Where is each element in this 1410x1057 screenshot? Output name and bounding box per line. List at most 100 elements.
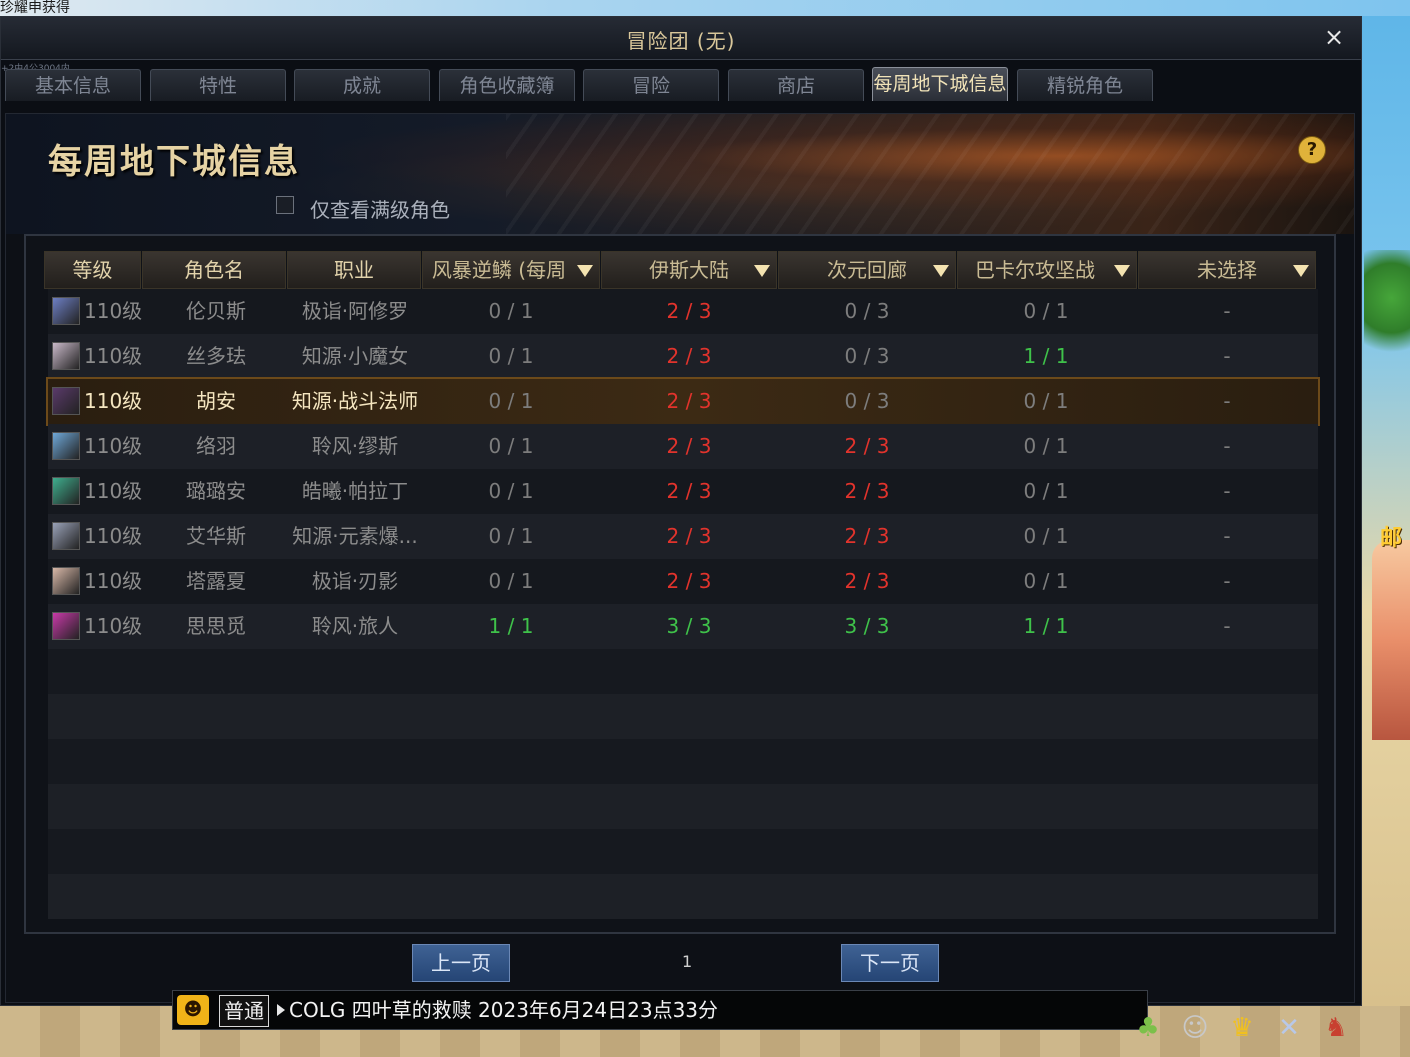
close-button[interactable]: × [1321,23,1347,51]
prev-page-button[interactable]: 上一页 [412,944,510,982]
cell-d5: - [1223,614,1231,638]
character-avatar [52,567,80,595]
cell-d3: 3 / 3 [844,614,890,638]
character-portrait-icon[interactable]: ☺ [1177,1010,1213,1046]
cell-d5: - [1223,479,1231,503]
table-row[interactable]: 110级 伦贝斯 极诣·阿修罗 0 / 1 2 / 3 0 / 3 0 / 1 - [48,289,1318,334]
dropdown-arrow-icon [933,265,949,277]
cell-level: 110级 [84,479,143,503]
header-dungeon-dimension-corridor[interactable]: 次元回廊 [778,251,956,289]
header-dungeon-isis-continent-label: 伊斯大陆 [649,258,729,282]
header-dungeon-dimension-corridor-label: 次元回廊 [827,258,907,282]
cell-job: 极诣·刃影 [311,569,399,593]
cell-d4: 0 / 1 [1023,299,1069,323]
cell-d4: 1 / 1 [1023,344,1069,368]
cell-d3: 0 / 3 [844,389,890,413]
panel-banner: 每周地下城信息 ? 仅查看满级角色 [6,114,1354,234]
header-name[interactable]: 角色名 [142,251,286,289]
cell-level: 110级 [84,434,143,458]
character-avatar [52,342,80,370]
header-dungeon-unselected[interactable]: 未选择 [1138,251,1316,289]
header-job[interactable]: 职业 [287,251,421,289]
cell-name: 胡安 [196,389,236,413]
bow-icon[interactable]: ✕ [1271,1010,1307,1046]
cell-d5: - [1223,299,1231,323]
cell-d1: 0 / 1 [488,524,534,548]
empty-table-row [48,829,1318,874]
cell-name: 思思觅 [186,614,246,638]
cell-d5: - [1223,524,1231,548]
sprout-icon[interactable]: ♣ [1130,1010,1166,1046]
character-avatar [52,387,80,415]
tab-2[interactable]: 特性 [150,69,286,101]
window-title-bar[interactable]: 冒险团 (无) × [1,17,1361,60]
chevron-right-icon [277,1004,285,1016]
tab-4[interactable]: 角色收藏簿 [439,69,575,101]
cell-d1: 0 / 1 [488,569,534,593]
cell-level: 110级 [84,569,143,593]
tab-5[interactable]: 冒险 [583,69,719,101]
cell-name: 伦贝斯 [186,299,246,323]
mailbox-sign-text: 邮 [1380,526,1403,551]
dropdown-arrow-icon [754,265,770,277]
dungeon-table: 等级 角色名 职业 风暴逆鳞 (每周 伊斯大陆 次元回廊 巴卡尔攻坚战 未选择 … [24,234,1336,934]
header-dungeon-bakal-raid[interactable]: 巴卡尔攻坚战 [957,251,1137,289]
cell-level: 110级 [84,389,143,413]
cell-name: 丝多珐 [186,344,246,368]
page-number: 1 [682,952,693,971]
chat-emoji-icon[interactable]: ☻ [177,995,209,1025]
cell-job: 极诣·阿修罗 [301,299,409,323]
empty-table-row [48,739,1318,784]
tab-8[interactable]: 精锐角色 [1017,69,1153,101]
empty-table-row [48,694,1318,739]
table-header: 等级 角色名 职业 风暴逆鳞 (每周 伊斯大陆 次元回廊 巴卡尔攻坚战 未选择 [44,251,1318,289]
cell-d4: 0 / 1 [1023,434,1069,458]
crown-icon[interactable]: ♛ [1224,1010,1260,1046]
cell-level: 110级 [84,299,143,323]
chat-channel-selector[interactable]: 普通 [219,995,269,1027]
cell-d5: - [1223,389,1231,413]
next-page-button[interactable]: 下一页 [841,944,939,982]
cell-d4: 0 / 1 [1023,479,1069,503]
table-row[interactable]: 110级 丝多珐 知源·小魔女 0 / 1 2 / 3 0 / 3 1 / 1 - [48,334,1318,379]
empty-table-row [48,784,1318,829]
table-row[interactable]: 110级 艾华斯 知源·元素爆... 0 / 1 2 / 3 2 / 3 0 / 1 - [48,514,1318,559]
header-dungeon-storm-scale-label: 风暴逆鳞 (每周 [431,258,567,282]
cell-d1: 0 / 1 [488,434,534,458]
banner-art [506,114,1354,234]
cell-d3: 2 / 3 [844,434,890,458]
header-dungeon-isis-continent[interactable]: 伊斯大陆 [601,251,777,289]
tab-1[interactable]: 基本信息 [5,69,141,101]
table-row[interactable]: 110级 胡安 知源·战斗法师 0 / 1 2 / 3 0 / 3 0 / 1 - [46,377,1320,426]
cell-d4: 0 / 1 [1023,389,1069,413]
table-row[interactable]: 110级 思思觅 聆风·旅人 1 / 1 3 / 3 3 / 3 1 / 1 - [48,604,1318,649]
header-dungeon-storm-scale[interactable]: 风暴逆鳞 (每周 [422,251,600,289]
tab-7[interactable]: 每周地下城信息 [872,67,1008,101]
character-avatar [52,432,80,460]
cell-job: 聆风·旅人 [311,614,399,638]
background-notification-text: 珍耀申获得 [0,0,70,16]
cell-d1: 0 / 1 [488,479,534,503]
header-level[interactable]: 等级 [44,251,141,289]
cell-d2: 2 / 3 [666,344,712,368]
cell-d4: 0 / 1 [1023,524,1069,548]
beach-house-decoration [1372,540,1410,740]
cell-level: 110级 [84,614,143,638]
cell-d2: 2 / 3 [666,524,712,548]
table-row[interactable]: 110级 璐璐安 皓曦·帕拉丁 0 / 1 2 / 3 2 / 3 0 / 1 - [48,469,1318,514]
cell-job: 聆风·缪斯 [311,434,399,458]
window-title: 冒险团 (无) [626,29,736,53]
weekly-dungeon-panel: 每周地下城信息 ? 仅查看满级角色 等级 角色名 职业 风暴逆鳞 (每周 伊斯大… [5,113,1355,1003]
max-level-checkbox[interactable] [276,196,294,214]
tab-6[interactable]: 商店 [728,69,864,101]
cell-d2: 2 / 3 [666,434,712,458]
max-level-filter-label: 仅查看满级角色 [310,198,450,222]
tab-3[interactable]: 成就 [294,69,430,101]
demon-mask-icon[interactable]: ♞ [1318,1010,1354,1046]
help-icon[interactable]: ? [1298,136,1326,164]
cell-d2: 3 / 3 [666,614,712,638]
cell-job: 知源·战斗法师 [291,389,419,413]
table-row[interactable]: 110级 络羽 聆风·缪斯 0 / 1 2 / 3 2 / 3 0 / 1 - [48,424,1318,469]
table-row[interactable]: 110级 塔露夏 极诣·刃影 0 / 1 2 / 3 2 / 3 0 / 1 - [48,559,1318,604]
game-background-right [1362,16,1410,1006]
